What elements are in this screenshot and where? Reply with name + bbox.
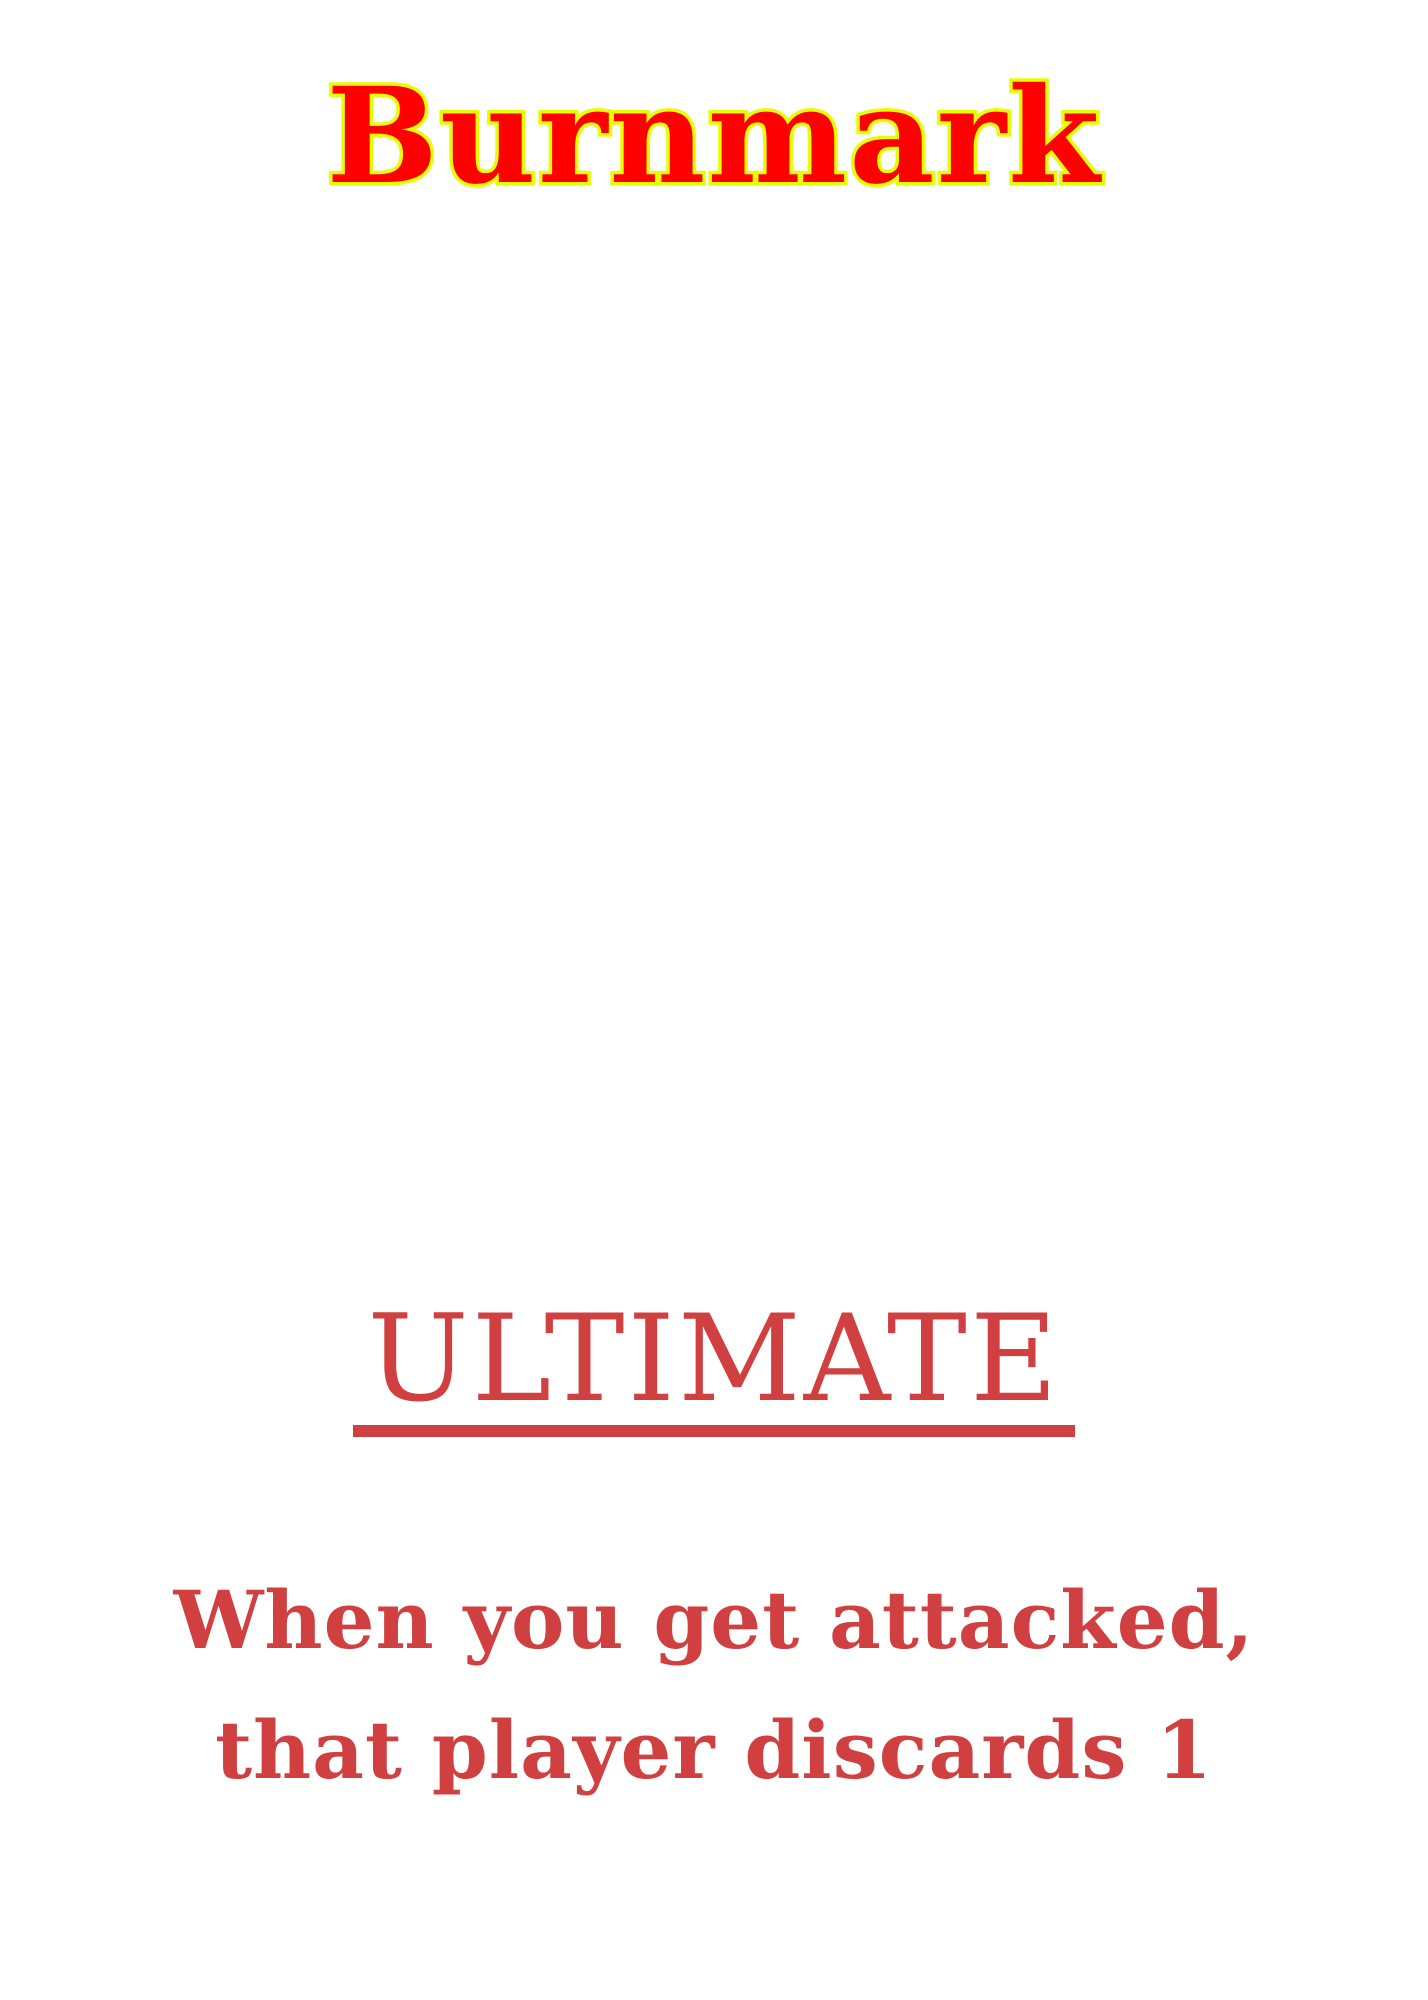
card-type-label: ULTIMATE <box>353 1295 1075 1437</box>
card-title: Burnmark <box>323 58 1103 215</box>
card-art-area <box>60 240 1368 1240</box>
card-type: ULTIMATE <box>0 1290 1428 1437</box>
game-card: Burnmark ULTIMATE When you get attacked,… <box>0 0 1428 2000</box>
card-rules-text: When you get attacked, that player disca… <box>173 1573 1255 1797</box>
